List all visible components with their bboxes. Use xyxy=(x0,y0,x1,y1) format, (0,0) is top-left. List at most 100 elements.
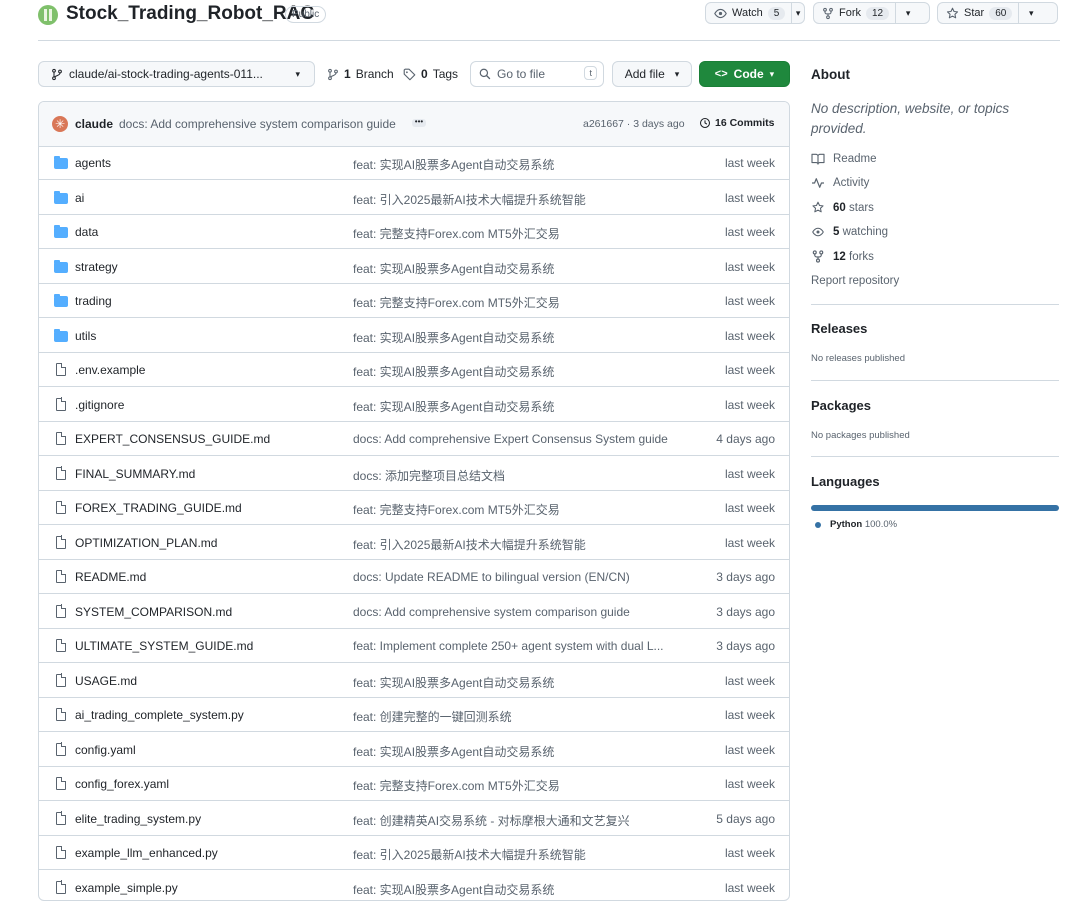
activity-link[interactable]: Activity xyxy=(811,177,869,189)
file-commit-message[interactable]: feat: 实现AI股票多Agent自动交易系统 xyxy=(353,881,554,898)
file-name[interactable]: ai xyxy=(75,191,84,205)
author-avatar[interactable]: ✳ xyxy=(52,116,68,132)
about-description: No description, website, or topics provi… xyxy=(811,99,1051,139)
file-name[interactable]: ai_trading_complete_system.py xyxy=(75,708,244,722)
file-row[interactable]: strategyfeat: 实现AI股票多Agent自动交易系统last wee… xyxy=(39,250,789,284)
commit-message[interactable]: docs: Add comprehensive system compariso… xyxy=(119,117,396,131)
file-commit-message[interactable]: feat: 完整支持Forex.com MT5外汇交易 xyxy=(353,777,560,794)
file-row[interactable]: config.yamlfeat: 实现AI股票多Agent自动交易系统last … xyxy=(39,733,789,767)
file-commit-message[interactable]: feat: 引入2025最新AI技术大幅提升系统智能 xyxy=(353,536,586,553)
watch-button[interactable]: Watch 5 ▾ xyxy=(705,2,805,24)
repo-avatar-icon[interactable] xyxy=(38,5,58,25)
file-row[interactable]: aifeat: 引入2025最新AI技术大幅提升系统智能last week xyxy=(39,181,789,215)
file-row[interactable]: agents feat: 实现AI股票多Agent自动交易系统 last week xyxy=(39,146,789,180)
file-row[interactable]: USAGE.mdfeat: 实现AI股票多Agent自动交易系统last wee… xyxy=(39,664,789,698)
fork-dropdown-icon[interactable]: ▾ xyxy=(895,3,920,23)
file-name[interactable]: FOREX_TRADING_GUIDE.md xyxy=(75,501,242,515)
stars-link[interactable]: 60 stars xyxy=(811,201,874,214)
file-commit-message[interactable]: feat: 实现AI股票多Agent自动交易系统 xyxy=(353,674,554,691)
file-row[interactable]: tradingfeat: 完整支持Forex.com MT5外汇交易last w… xyxy=(39,284,789,318)
file-commit-date: last week xyxy=(725,156,775,170)
file-name[interactable]: utils xyxy=(75,329,96,343)
file-commit-message[interactable]: feat: 实现AI股票多Agent自动交易系统 xyxy=(353,260,554,277)
file-name[interactable]: agents xyxy=(75,156,111,170)
file-commit-message[interactable]: feat: 实现AI股票多Agent自动交易系统 xyxy=(353,398,554,415)
file-commit-message[interactable]: feat: 完整支持Forex.com MT5外汇交易 xyxy=(353,501,560,518)
file-commit-message[interactable]: docs: Update README to bilingual version… xyxy=(353,570,630,584)
file-commit-message[interactable]: feat: 实现AI股票多Agent自动交易系统 xyxy=(353,329,554,346)
file-row[interactable]: .gitignorefeat: 实现AI股票多Agent自动交易系统last w… xyxy=(39,388,789,422)
packages-heading[interactable]: Packages xyxy=(811,398,871,413)
ellipsis-icon[interactable]: ••• xyxy=(412,119,426,127)
go-to-file-input[interactable]: Go to file t xyxy=(470,61,604,87)
file-name[interactable]: USAGE.md xyxy=(75,674,137,688)
fork-button[interactable]: Fork 12 ▾ xyxy=(813,2,930,24)
file-commit-message[interactable]: feat: 实现AI股票多Agent自动交易系统 xyxy=(353,743,554,760)
file-row[interactable]: utilsfeat: 实现AI股票多Agent自动交易系统last week xyxy=(39,319,789,353)
file-row[interactable]: FOREX_TRADING_GUIDE.md feat: 完整支持Forex.co… xyxy=(39,491,789,525)
language-item-python[interactable]: Python 100.0% xyxy=(815,519,897,530)
file-commit-message[interactable]: feat: 实现AI股票多Agent自动交易系统 xyxy=(353,363,554,380)
file-commit-message[interactable]: feat: 完整支持Forex.com MT5外汇交易 xyxy=(353,225,560,242)
commit-author[interactable]: claude xyxy=(75,117,113,131)
file-name[interactable]: README.md xyxy=(75,570,146,584)
file-commit-message[interactable]: feat: 创建完整的一键回测系统 xyxy=(353,708,512,725)
file-name[interactable]: .env.example xyxy=(75,363,145,377)
file-name[interactable]: strategy xyxy=(75,260,118,274)
repo-name[interactable]: Stock_Trading_Robot_RAC xyxy=(66,3,314,25)
folder-icon xyxy=(54,193,68,204)
file-commit-message[interactable]: feat: 创建精英AI交易系统 - 对标摩根大通和文艺复兴 xyxy=(353,812,630,829)
file-row[interactable]: ULTIMATE_SYSTEM_GUIDE.md feat: Implement … xyxy=(39,629,789,663)
file-row[interactable]: SYSTEM_COMPARISON.md docs: Add comprehens… xyxy=(39,595,789,629)
watching-link[interactable]: 5 watching xyxy=(811,226,888,238)
commit-hash-time[interactable]: a261667 · 3 days ago xyxy=(583,118,685,130)
file-row[interactable]: datafeat: 完整支持Forex.com MT5外汇交易last week xyxy=(39,215,789,249)
branches-link[interactable]: 1 Branch xyxy=(327,67,394,81)
star-button[interactable]: Star 60 ▾ xyxy=(937,2,1058,24)
file-commit-message[interactable]: feat: 完整支持Forex.com MT5外汇交易 xyxy=(353,294,560,311)
packages-empty-text: No packages published xyxy=(811,430,910,441)
file-name[interactable]: SYSTEM_COMPARISON.md xyxy=(75,605,232,619)
file-commit-message[interactable]: feat: 引入2025最新AI技术大幅提升系统智能 xyxy=(353,191,586,208)
file-name[interactable]: config_forex.yaml xyxy=(75,777,169,791)
file-commit-message[interactable]: docs: 添加完整项目总结文档 xyxy=(353,467,505,484)
forks-link[interactable]: 12 forks xyxy=(811,250,874,263)
file-row[interactable]: example_simple.py feat: 实现AI股票多Agent自动交易系… xyxy=(39,871,789,901)
branch-select-button[interactable]: claude/ai-stock-trading-agents-011... ▾ xyxy=(38,61,315,87)
star-dropdown-icon[interactable]: ▾ xyxy=(1018,3,1043,23)
file-row[interactable]: example_llm_enhanced.py feat: 引入2025最新AI技… xyxy=(39,836,789,870)
report-repository-link[interactable]: Report repository xyxy=(811,275,899,287)
file-name[interactable]: ULTIMATE_SYSTEM_GUIDE.md xyxy=(75,639,253,653)
code-button[interactable]: <> Code ▾ xyxy=(699,61,790,87)
add-file-button[interactable]: Add file ▾ xyxy=(612,61,692,87)
file-row[interactable]: README.md docs: Update README to bilingua… xyxy=(39,560,789,594)
file-row[interactable]: .env.examplefeat: 实现AI股票多Agent自动交易系统last… xyxy=(39,353,789,387)
file-name[interactable]: .gitignore xyxy=(75,398,124,412)
file-commit-message[interactable]: feat: 引入2025最新AI技术大幅提升系统智能 xyxy=(353,846,586,863)
tags-link[interactable]: 0 Tags xyxy=(403,67,458,81)
commits-link[interactable]: 16 Commits xyxy=(699,117,775,129)
file-commit-message[interactable]: feat: Implement complete 250+ agent syst… xyxy=(353,639,664,653)
file-name[interactable]: FINAL_SUMMARY.md xyxy=(75,467,195,481)
file-row[interactable]: ai_trading_complete_system.py feat: 创建完整的… xyxy=(39,698,789,732)
file-row[interactable]: EXPERT_CONSENSUS_GUIDE.md docs: Add compr… xyxy=(39,422,789,456)
file-row[interactable]: OPTIMIZATION_PLAN.md feat: 引入2025最新AI技术大幅… xyxy=(39,526,789,560)
file-commit-message[interactable]: docs: Add comprehensive Expert Consensus… xyxy=(353,432,668,446)
file-name[interactable]: config.yaml xyxy=(75,743,136,757)
file-name[interactable]: trading xyxy=(75,294,112,308)
releases-heading[interactable]: Releases xyxy=(811,321,867,336)
file-name[interactable]: EXPERT_CONSENSUS_GUIDE.md xyxy=(75,432,270,446)
file-row[interactable]: elite_trading_system.py feat: 创建精英AI交易系统 … xyxy=(39,802,789,836)
file-row[interactable]: config_forex.yaml feat: 完整支持Forex.com MT5… xyxy=(39,767,789,801)
language-bar xyxy=(811,505,1059,511)
file-name[interactable]: data xyxy=(75,225,98,239)
file-commit-message[interactable]: feat: 实现AI股票多Agent自动交易系统 xyxy=(353,156,554,173)
file-name[interactable]: elite_trading_system.py xyxy=(75,812,201,826)
file-name[interactable]: example_llm_enhanced.py xyxy=(75,846,218,860)
file-name[interactable]: OPTIMIZATION_PLAN.md xyxy=(75,536,217,550)
file-row[interactable]: FINAL_SUMMARY.mddocs: 添加完整项目总结文档last wee… xyxy=(39,457,789,491)
watch-dropdown-icon[interactable]: ▾ xyxy=(791,3,804,23)
file-commit-message[interactable]: docs: Add comprehensive system compariso… xyxy=(353,605,630,619)
readme-link[interactable]: Readme xyxy=(811,153,876,165)
file-name[interactable]: example_simple.py xyxy=(75,881,178,895)
